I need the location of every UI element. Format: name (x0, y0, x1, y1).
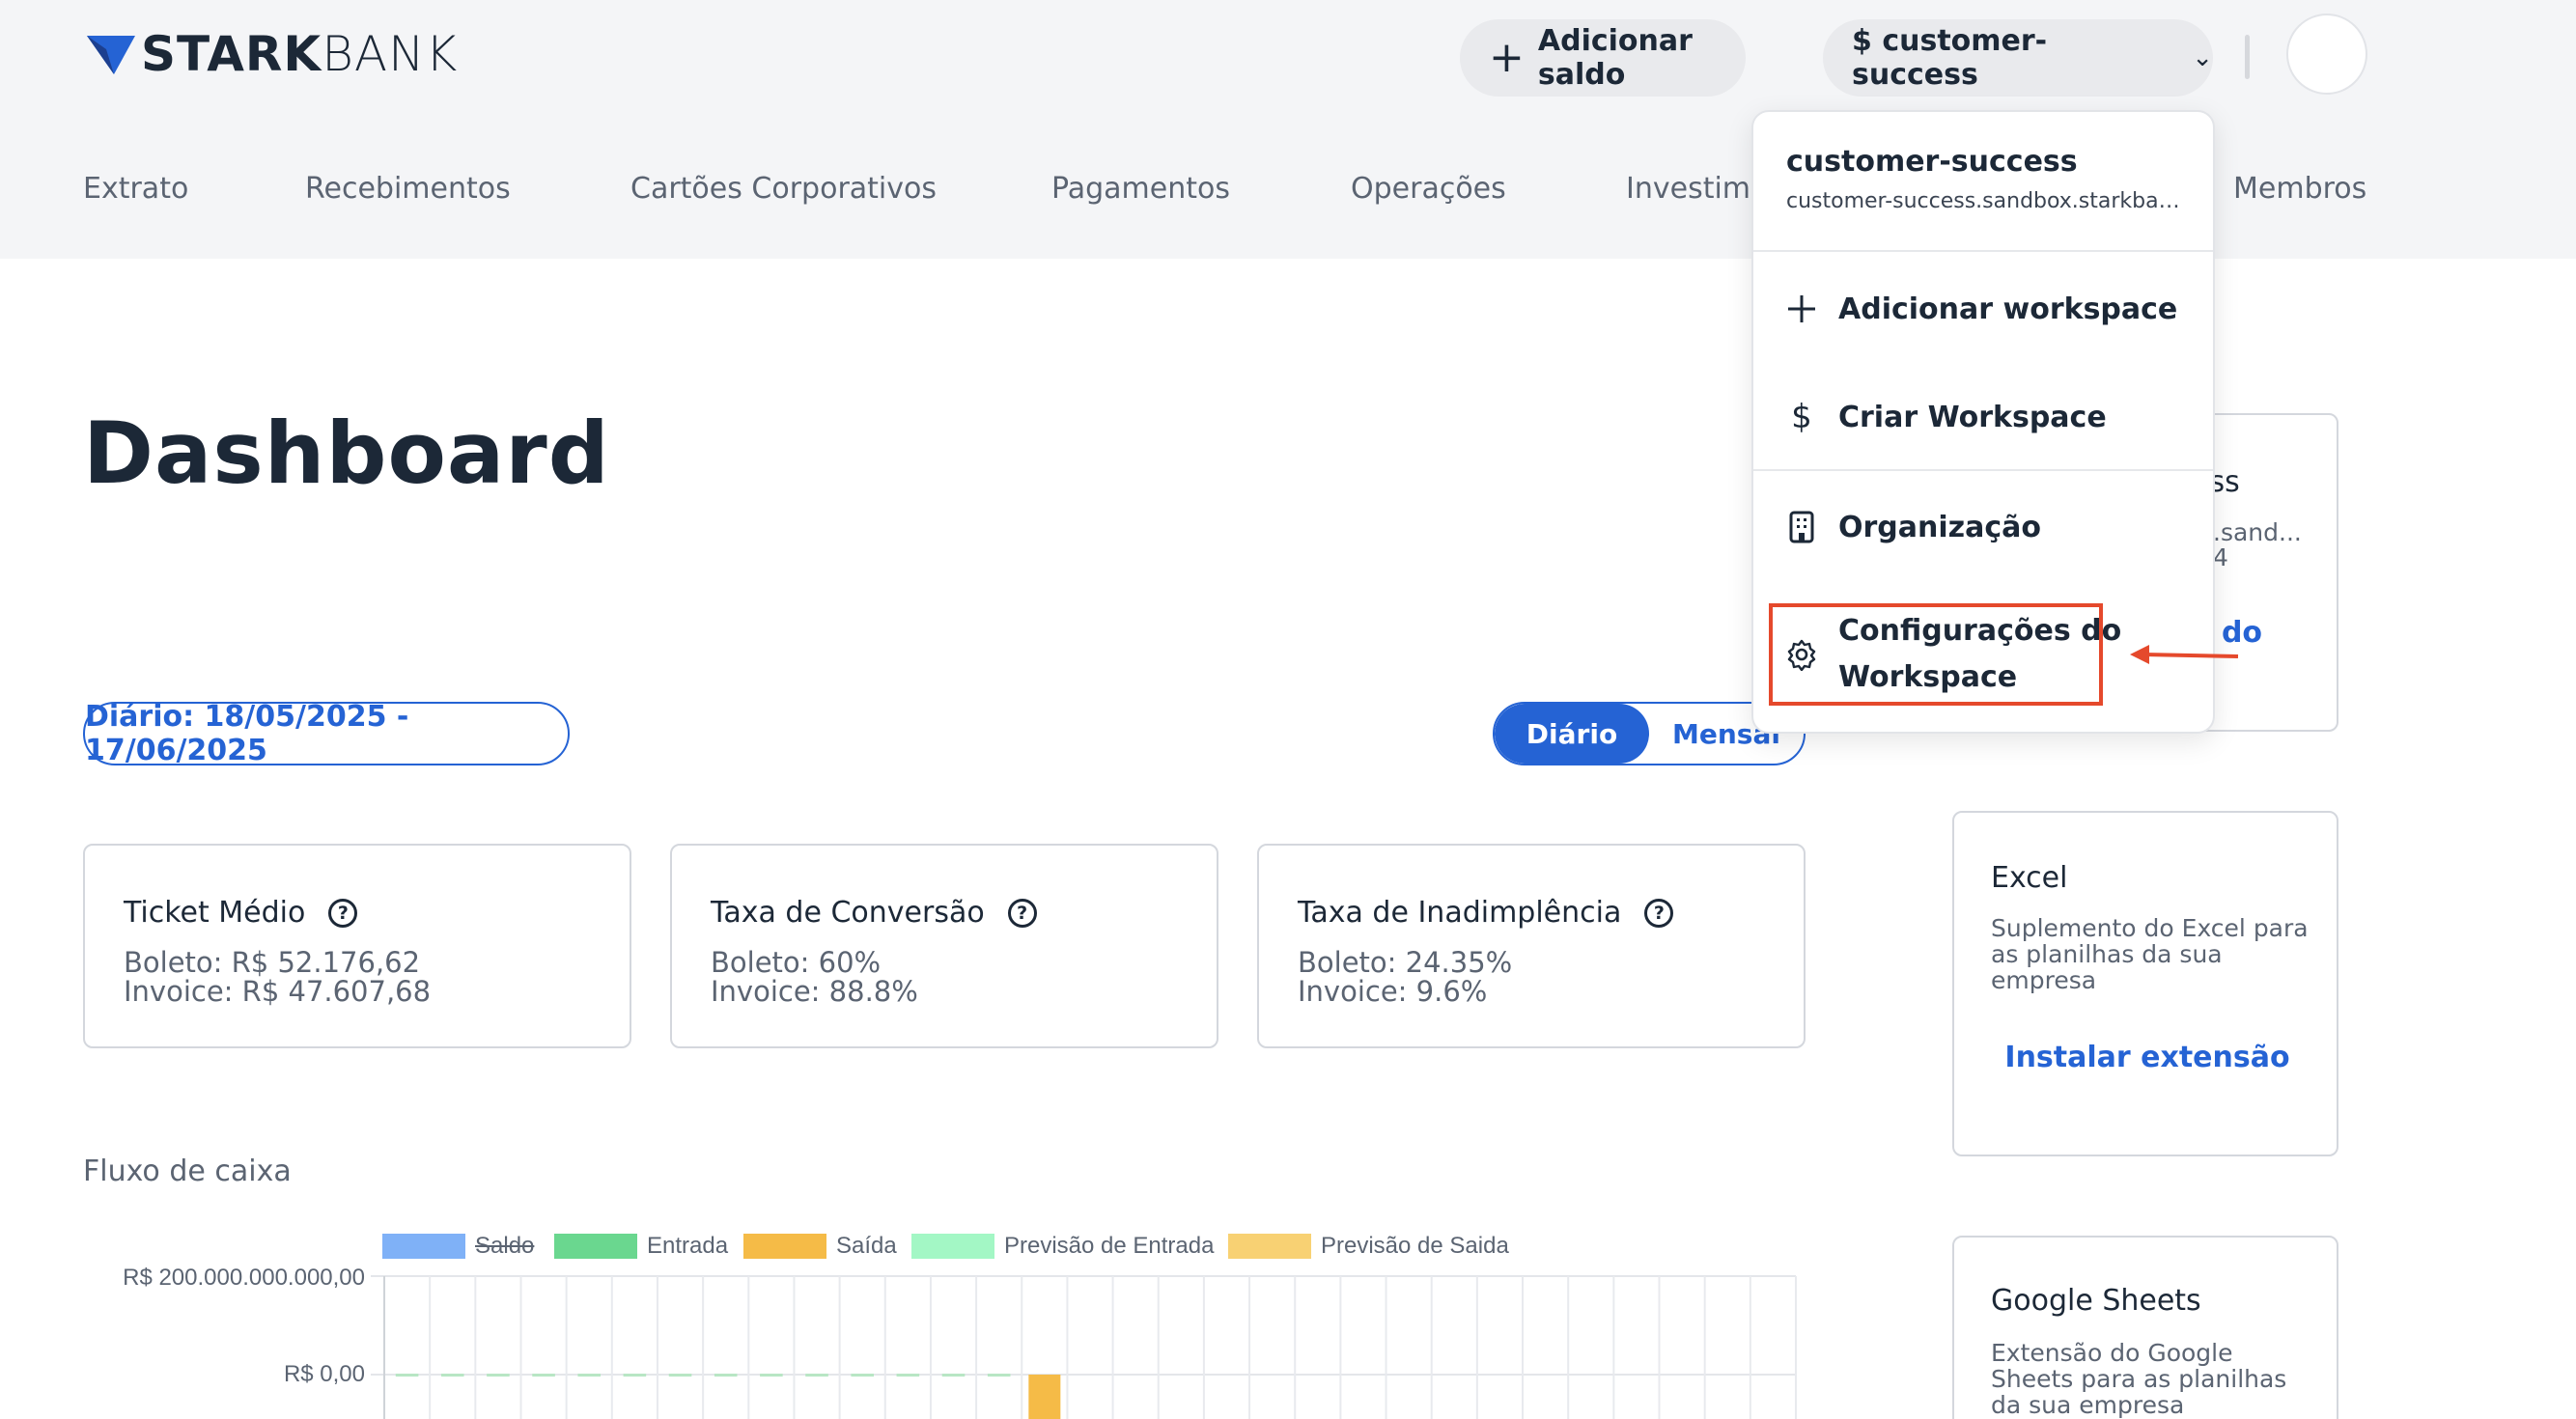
user-avatar[interactable] (2286, 14, 2367, 95)
excel-description: Suplemento do Excel para as planilhas da… (1991, 914, 2309, 994)
bar-entrada (487, 1374, 510, 1377)
install-extension-link[interactable]: Instalar extensão (1954, 1041, 2340, 1074)
annotation-arrow (2130, 645, 2239, 664)
nav-item-extrato[interactable]: Extrato (83, 172, 188, 206)
menu-item-label: Adicionar workspace (1838, 292, 2178, 326)
bar-entrada (941, 1374, 966, 1377)
legend-swatch (382, 1234, 465, 1259)
bar-entrada (987, 1374, 1011, 1377)
page-title: Dashboard (83, 403, 610, 503)
nav-item-cartoes-corporativos[interactable]: Cartões Corporativos (630, 172, 937, 206)
highlight-box (1769, 603, 2103, 706)
nav-item-operacoes[interactable]: Operações (1351, 172, 1506, 206)
legend-item-entrada[interactable]: Entrada (554, 1233, 728, 1260)
nav-item-recebimentos[interactable]: Recebimentos (305, 172, 511, 206)
excel-card: Excel Suplemento do Excel para as planil… (1952, 811, 2338, 1156)
google-sheets-title: Google Sheets (1991, 1284, 2201, 1318)
bar-entrada (851, 1374, 874, 1377)
menu-item-organization[interactable]: Organização (1782, 500, 2188, 554)
add-balance-button[interactable]: + Adicionar saldo (1460, 19, 1746, 97)
workspace-card-subtitle: .sand... (2213, 518, 2302, 546)
metric-title: Taxa de Conversão (711, 896, 985, 930)
legend-label: Saldo (475, 1233, 535, 1259)
bar-entrada (577, 1374, 602, 1377)
help-icon[interactable]: ? (1644, 898, 1674, 928)
nav-item-membros[interactable]: Membros (2233, 172, 2366, 206)
legend-item-previsao-saida[interactable]: Previsão de Saida (1228, 1233, 1509, 1260)
cashflow-label: Fluxo de caixa (83, 1155, 292, 1188)
bar-entrada (668, 1374, 692, 1377)
help-icon[interactable]: ? (1007, 898, 1037, 928)
workspace-selector-button[interactable]: $ customer-success ⌄ (1823, 19, 2213, 97)
menu-item-label: Criar Workspace (1838, 400, 2107, 434)
bar-entrada (805, 1374, 828, 1377)
metric-line-invoice: Invoice: 88.8% (711, 975, 918, 1008)
workspace-selector-label: $ customer-success (1852, 24, 2048, 92)
plus-icon: + (1489, 33, 1525, 82)
logo-text-stark: STARK (141, 26, 322, 82)
legend-swatch (743, 1234, 826, 1259)
y-tick-label-zero: R$ 0,00 (283, 1361, 365, 1387)
legend-swatch (1228, 1234, 1311, 1259)
y-tick-label-max: R$ 200.000.000.000,00 (123, 1265, 365, 1291)
bar-entrada (714, 1374, 738, 1377)
legend-swatch (554, 1234, 637, 1259)
metric-line-boleto: Boleto: 60% (711, 946, 882, 979)
logo-text-bank: BANK (322, 26, 459, 82)
header-divider (2245, 35, 2250, 79)
legend-swatch (911, 1234, 994, 1259)
legend-item-previsao-entrada[interactable]: Previsão de Entrada (911, 1233, 1214, 1260)
building-icon (1782, 508, 1821, 546)
bar-saida (1028, 1375, 1061, 1419)
google-sheets-card: Google Sheets Extensão do Google Sheets … (1952, 1236, 2338, 1419)
date-range-picker[interactable]: Diário: 18/05/2025 - 17/06/2025 (83, 700, 570, 767)
dropdown-divider (1753, 250, 2213, 252)
plus-icon (1782, 290, 1821, 328)
add-balance-label: Adicionar saldo (1537, 24, 1693, 92)
legend-label: Previsão de Entrada (1004, 1233, 1215, 1259)
dollar-icon: $ (1791, 398, 1812, 436)
legend-label: Saída (836, 1233, 897, 1259)
metric-card-taxa-inadimplencia: Taxa de Inadimplência? Boleto: 24.35% In… (1257, 844, 1806, 1048)
bar-entrada (440, 1374, 464, 1377)
menu-item-create-workspace[interactable]: $ Criar Workspace (1782, 390, 2188, 444)
dropdown-workspace-name: customer-success (1786, 145, 2078, 179)
metric-card-ticket-medio: Ticket Médio? Boleto: R$ 52.176,62 Invoi… (83, 844, 631, 1048)
bar-entrada (532, 1374, 555, 1377)
metric-title: Taxa de Inadimplência (1298, 896, 1622, 930)
workspace-card-subtitle-2: 4 (2213, 543, 2228, 571)
metric-line-boleto: Boleto: R$ 52.176,62 (124, 946, 421, 979)
nav-item-investimentos[interactable]: Investime (1626, 172, 1768, 206)
help-icon[interactable]: ? (328, 898, 358, 928)
chevron-down-icon: ⌄ (2192, 43, 2213, 72)
bar-entrada (896, 1374, 920, 1377)
metric-line-invoice: Invoice: R$ 47.607,68 (124, 975, 432, 1008)
dropdown-workspace-domain: customer-success.sandbox.starkbank.com (1786, 189, 2192, 213)
legend-label: Previsão de Saida (1321, 1233, 1509, 1259)
metric-line-invoice: Invoice: 9.6% (1298, 975, 1488, 1008)
excel-title: Excel (1991, 861, 2068, 895)
google-sheets-description: Extensão do Google Sheets para as planil… (1991, 1339, 2287, 1419)
legend-item-saida[interactable]: Saída (743, 1233, 897, 1260)
menu-item-label: Organização (1838, 510, 2041, 544)
bar-entrada (395, 1374, 419, 1377)
bar-entrada (760, 1374, 783, 1377)
starkbank-logo[interactable]: STARK BANK (85, 25, 458, 83)
period-option-daily[interactable]: Diário (1495, 704, 1649, 764)
metric-line-boleto: Boleto: 24.35% (1298, 946, 1513, 979)
menu-item-add-workspace[interactable]: Adicionar workspace (1782, 282, 2188, 336)
legend-item-saldo[interactable]: Saldo (382, 1233, 534, 1260)
dropdown-divider (1753, 469, 2213, 471)
bar-entrada (623, 1374, 647, 1377)
nav-item-pagamentos[interactable]: Pagamentos (1051, 172, 1230, 206)
legend-label: Entrada (647, 1233, 729, 1259)
starkbank-logo-icon (87, 36, 135, 74)
metric-title: Ticket Médio (124, 896, 306, 930)
metric-card-taxa-conversao: Taxa de Conversão? Boleto: 60% Invoice: … (670, 844, 1218, 1048)
